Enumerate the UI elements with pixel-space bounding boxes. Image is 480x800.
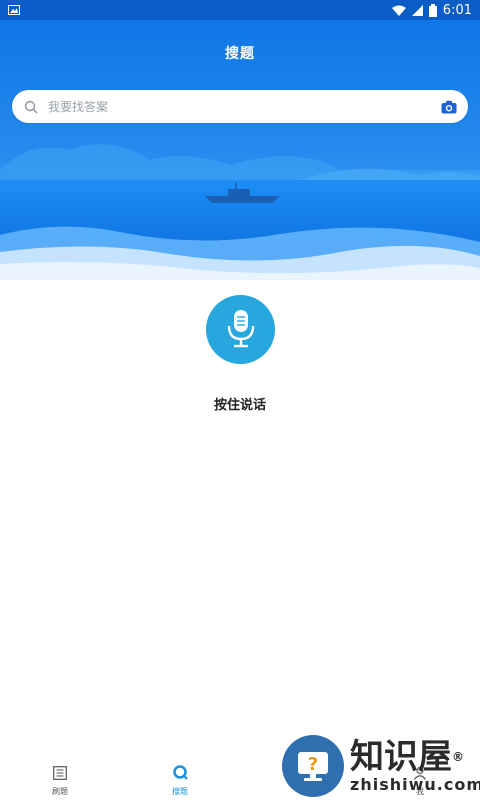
watermark-chinese: 知识屋® — [350, 736, 464, 777]
status-bar: 6:01 — [0, 0, 480, 20]
search-bar[interactable]: 我要找答案 — [12, 90, 468, 123]
page-title: 搜题 — [225, 46, 255, 62]
microphone-icon — [224, 308, 258, 352]
voice-hint-label: 按住说话 — [213, 398, 266, 413]
list-icon — [53, 765, 67, 784]
search-input[interactable]: 我要找答案 — [48, 98, 440, 115]
tab-practice-label: 刷题 — [52, 787, 68, 796]
watermark: ? 知识屋® zhishiwu.com — [282, 732, 480, 800]
status-time: 6:01 — [442, 2, 472, 18]
search-tab-icon — [172, 765, 188, 784]
watermark-logo-icon: ? — [282, 735, 344, 797]
tab-practice[interactable]: 刷题 — [0, 765, 120, 797]
watermark-domain: zhishiwu.com — [350, 774, 480, 794]
wifi-icon — [391, 5, 406, 16]
search-icon — [22, 98, 40, 116]
gallery-notification-icon — [8, 5, 20, 15]
tab-search[interactable]: 搜题 — [120, 765, 240, 797]
svg-text:?: ? — [308, 754, 318, 775]
tab-search-label: 搜题 — [172, 787, 188, 796]
camera-icon[interactable] — [440, 98, 458, 116]
signal-icon — [411, 4, 423, 16]
voice-record-button[interactable] — [206, 295, 275, 364]
battery-icon — [428, 3, 437, 17]
